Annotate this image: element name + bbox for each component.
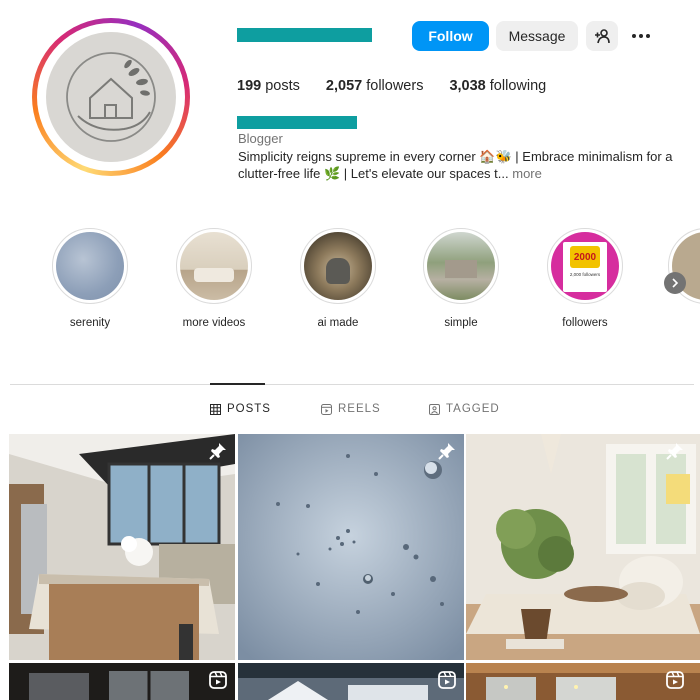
post-kitchen[interactable] — [9, 434, 235, 660]
tagged-icon — [429, 403, 440, 415]
highlight-label: ai made — [317, 317, 359, 329]
full-name-redacted — [237, 116, 357, 129]
add-person-icon — [595, 29, 610, 44]
reel-icon — [209, 671, 227, 689]
highlight-label: serenity — [69, 317, 111, 329]
tab-posts[interactable]: POSTS — [210, 403, 271, 415]
highlight-partial[interactable] — [668, 228, 700, 306]
bio-more-link[interactable]: more — [512, 166, 542, 181]
highlight-followers[interactable]: 2000 2,000 followers followers — [545, 228, 625, 329]
post-raindrops[interactable] — [238, 434, 464, 660]
pin-icon — [666, 443, 683, 460]
highlight-cover: 2000 2,000 followers — [551, 232, 619, 300]
followers-badge-caption: 2,000 followers — [569, 272, 601, 277]
dark-interior-photo — [9, 663, 235, 700]
category-label: Blogger — [238, 131, 283, 146]
highlight-label: followers — [562, 317, 608, 329]
tab-tagged[interactable]: TAGGED — [429, 403, 500, 415]
username-redacted — [237, 28, 372, 42]
post-dark-interior[interactable] — [9, 663, 235, 700]
chevron-right-icon — [672, 278, 679, 288]
followers-count[interactable]: 2,057 followers — [326, 78, 424, 94]
highlight-cover — [427, 232, 495, 300]
snow-house-photo — [238, 663, 464, 700]
bio-line-2: clutter-free life 🌿 | Let's elevate our … — [238, 166, 509, 181]
bio-text: Simplicity reigns supreme in every corne… — [238, 148, 688, 182]
followers-badge: 2000 — [570, 246, 600, 268]
reel-icon — [666, 671, 684, 689]
profile-avatar[interactable] — [32, 18, 190, 176]
message-button[interactable]: Message — [496, 21, 578, 51]
profile-stats: 199 posts 2,057 followers 3,038 followin… — [237, 78, 572, 94]
highlight-ai-made[interactable]: ai made — [298, 228, 378, 329]
post-snow-house[interactable] — [238, 663, 464, 700]
follow-button[interactable]: Follow — [412, 21, 489, 51]
highlight-simple[interactable]: simple — [421, 228, 501, 329]
pin-icon — [209, 443, 226, 460]
tab-reels[interactable]: REELS — [321, 403, 381, 415]
highlight-more-videos[interactable]: more videos — [174, 228, 254, 329]
grid-icon — [210, 403, 221, 415]
highlight-label: simple — [444, 317, 478, 329]
post-wood-porch[interactable] — [466, 663, 700, 700]
more-options-icon — [632, 34, 650, 38]
living-room-photo — [466, 434, 700, 660]
following-count[interactable]: 3,038 following — [449, 78, 546, 94]
highlight-cover — [56, 232, 124, 300]
posts-count: 199 posts — [237, 78, 300, 94]
highlights-next-button[interactable] — [664, 272, 686, 294]
raindrops-photo — [238, 434, 464, 660]
highlight-cover — [180, 232, 248, 300]
avatar-logo — [46, 32, 176, 162]
pin-icon — [438, 443, 455, 460]
active-tab-indicator — [210, 383, 265, 385]
post-living-room[interactable] — [466, 434, 700, 660]
reel-icon — [438, 671, 456, 689]
highlight-serenity[interactable]: serenity — [50, 228, 130, 329]
bio-line-1: Simplicity reigns supreme in every corne… — [238, 149, 673, 164]
tabs-divider — [10, 384, 694, 385]
wood-porch-photo — [466, 663, 700, 700]
reels-icon — [321, 403, 332, 415]
highlight-cover — [304, 232, 372, 300]
highlight-label: more videos — [182, 317, 246, 329]
more-options-button[interactable] — [626, 21, 656, 51]
suggested-accounts-button[interactable] — [586, 21, 618, 51]
kitchen-photo — [9, 434, 235, 660]
